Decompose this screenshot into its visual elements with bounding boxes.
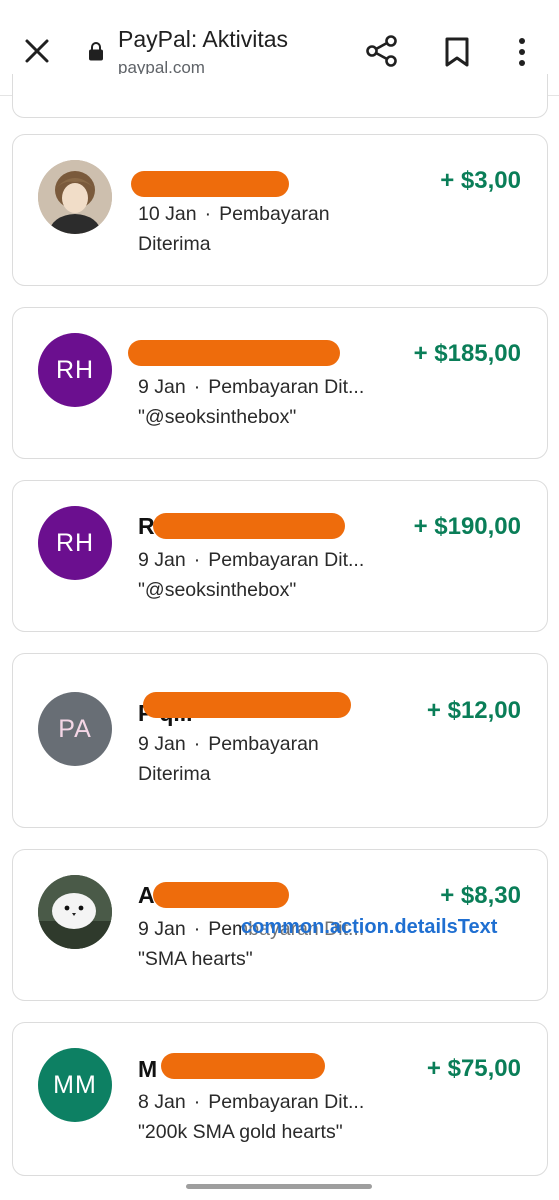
avatar [38,160,112,234]
status: Pembayaran Dit... [208,376,365,398]
transaction-card[interactable]: RH Ro + $185,00 9 Jan·Pembayaran Dit... … [12,307,548,459]
transaction-meta: 9 Jan · Pembayaran [138,733,319,756]
note: "@seoksinthebox" [138,406,297,428]
amount: + $12,00 [426,697,521,724]
status: Pembayaran Dit... [208,1091,365,1113]
note: "200k SMA gold hearts" [138,1121,343,1143]
avatar: RH [38,506,112,580]
note: "@seoksinthebox" [138,579,297,601]
avatar-initials: MM [53,1070,97,1099]
status-continuation: Diterima [138,233,211,255]
lock-icon [89,42,103,61]
transaction-meta: 10 Jan · Pembayaran [138,203,330,226]
transaction-card[interactable]: PA P q... + $12,00 9 Jan·Pembayaran Dite… [12,653,548,828]
transaction-card-partial[interactable] [12,74,548,118]
note: "SMA hearts" [138,948,253,970]
separator: · [193,376,201,398]
redaction-mark [128,340,340,366]
redaction-mark [153,882,289,908]
date: 8 Jan [138,1091,186,1113]
transaction-meta: 8 Jan · Pembayaran Dit... [138,1091,364,1114]
status: Pembayaran [208,733,319,755]
redaction-mark [153,513,345,539]
amount: + $75,00 [426,1055,521,1082]
separator: · [193,918,201,940]
transaction-card[interactable]: A + $8,30 9 Jan · Pembayaran Dit... common… [12,849,548,1001]
bookmark-icon[interactable] [443,36,471,68]
avatar-initials: RH [55,355,95,384]
redaction-mark [161,1053,325,1079]
separator: · [204,203,212,225]
status-continuation: Diterima [138,763,211,785]
avatar-initials: PA [58,714,92,743]
amount: + $3,00 [440,167,521,194]
counterparty-name: M [138,1056,158,1082]
date: 9 Jan [138,549,186,571]
bird-photo-icon [38,875,112,949]
status: Pembayaran [219,203,330,225]
redaction-mark [131,171,289,197]
page-title: PayPal: Aktivitas [118,26,289,52]
status: Pembayaran Dit... [208,549,365,571]
share-icon[interactable] [365,34,399,68]
details-link-overlay[interactable]: common.action.detailsText [241,916,498,939]
avatar [38,875,112,949]
avatar: MM [38,1048,112,1122]
separator: · [193,733,201,755]
transaction-card[interactable]: El + $3,00 10 Jan·Pembayaran Diterima [12,134,548,286]
gesture-home-bar[interactable] [186,1184,372,1189]
separator: · [193,1091,201,1113]
transaction-meta: 9 Jan · Pembayaran Dit... [138,549,364,572]
amount: + $190,00 [413,513,521,540]
date: 9 Jan [138,733,186,755]
separator: · [193,549,201,571]
avatar: RH [38,333,112,407]
avatar-initials: RH [55,528,95,557]
date: 10 Jan [138,203,197,225]
amount: + $185,00 [413,340,521,367]
close-icon[interactable] [22,36,52,66]
date: 9 Jan [138,918,186,940]
transaction-meta: 9 Jan · Pembayaran Dit... [138,376,364,399]
more-vert-icon[interactable] [512,36,532,68]
amount: + $8,30 [440,882,521,909]
transaction-card[interactable]: RH R + $190,00 9 Jan · Pembayaran Dit... "… [12,480,548,632]
avatar: PA [38,692,112,766]
transaction-card[interactable]: MM M + $75,00 8 Jan · Pembayaran Dit... "2… [12,1022,548,1176]
person-photo-icon [38,160,112,234]
redaction-mark [143,692,351,718]
date: 9 Jan [138,376,186,398]
